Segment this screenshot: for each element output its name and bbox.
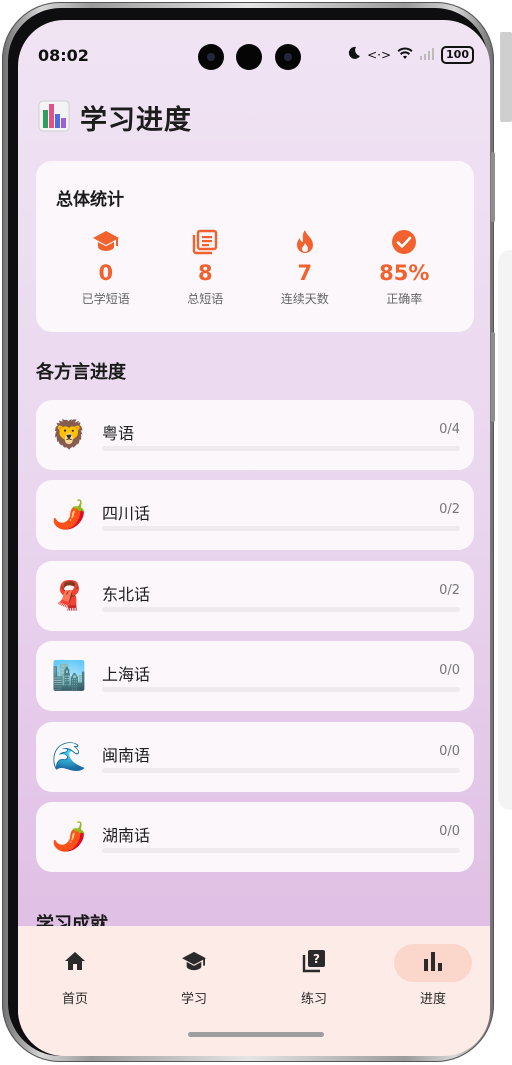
nav-label: 进度 bbox=[419, 992, 446, 1007]
wave-icon: 🌊 bbox=[51, 740, 87, 773]
dialect-name: 闽南语 bbox=[102, 746, 151, 765]
signal-icon bbox=[419, 47, 435, 64]
stat-label: 已学短语 bbox=[81, 292, 130, 306]
graduation-cap-icon bbox=[181, 950, 207, 976]
status-bar: 08:02 <·> 100 bbox=[18, 20, 490, 70]
dialect-row-cantonese[interactable]: 🦁 粤语 0/4 bbox=[36, 400, 474, 470]
nav-icon-container bbox=[394, 944, 472, 982]
nav-label: 学习 bbox=[180, 992, 207, 1007]
stat-streak: 7 连续天数 bbox=[255, 229, 355, 307]
dialect-row-hunan[interactable]: 🌶️ 湖南话 0/0 bbox=[36, 802, 474, 872]
nav-icon-container: ? bbox=[275, 944, 353, 982]
progress-bar bbox=[102, 526, 460, 531]
dialect-count: 0/2 bbox=[439, 502, 460, 517]
stat-value: 7 bbox=[297, 261, 313, 285]
dialect-count: 0/4 bbox=[439, 422, 460, 437]
stat-value: 0 bbox=[98, 261, 114, 285]
svg-text:?: ? bbox=[313, 952, 320, 966]
page-title: 学习进度 bbox=[80, 105, 192, 136]
book-list-icon bbox=[192, 229, 218, 255]
dialect-row-dongbei[interactable]: 🧣 东北话 0/2 bbox=[36, 561, 474, 631]
stat-learned: 0 已学短语 bbox=[56, 229, 156, 307]
nav-item-home[interactable]: 首页 bbox=[35, 944, 115, 1007]
flame-icon bbox=[294, 229, 316, 255]
background-window-edge bbox=[500, 32, 512, 122]
progress-bar bbox=[102, 607, 460, 612]
progress-bar bbox=[102, 687, 460, 692]
wifi-icon bbox=[397, 47, 413, 64]
progress-bar bbox=[102, 848, 460, 853]
stat-label: 正确率 bbox=[386, 292, 423, 306]
app-screen: 08:02 <·> 100 学习进度 总体统计 0 已学短语 8 总短语 7 连… bbox=[18, 20, 490, 1056]
background-panel-edge bbox=[498, 250, 512, 810]
dialect-count: 0/0 bbox=[439, 744, 460, 759]
check-circle-icon bbox=[391, 229, 417, 255]
dialect-name: 上海话 bbox=[102, 665, 151, 684]
phone-frame: 08:02 <·> 100 学习进度 总体统计 0 已学短语 8 总短语 7 连… bbox=[2, 2, 495, 1062]
dialect-progress-title: 各方言进度 bbox=[36, 362, 126, 383]
stat-accuracy: 85% 正确率 bbox=[355, 229, 455, 307]
bar-chart-emoji-icon bbox=[38, 100, 70, 136]
phone-bezel: 08:02 <·> 100 学习进度 总体统计 0 已学短语 8 总短语 7 连… bbox=[8, 8, 490, 1056]
dialect-name: 粤语 bbox=[102, 424, 135, 443]
front-camera-icon bbox=[275, 44, 301, 70]
stats-row: 0 已学短语 8 总短语 7 连续天数 85% 正确率 bbox=[56, 229, 454, 307]
nav-label: 练习 bbox=[300, 992, 327, 1007]
quiz-icon: ? bbox=[302, 949, 326, 977]
dialect-row-sichuan[interactable]: 🌶️ 四川话 0/2 bbox=[36, 480, 474, 550]
volume-button bbox=[491, 152, 495, 222]
nav-label: 首页 bbox=[61, 992, 88, 1007]
dialect-count: 0/0 bbox=[439, 824, 460, 839]
moon-icon bbox=[347, 46, 361, 64]
cityscape-icon: 🏙️ bbox=[51, 659, 87, 692]
nav-item-learn[interactable]: 学习 bbox=[154, 944, 234, 1007]
stat-label: 连续天数 bbox=[280, 292, 329, 306]
status-icons: <·> 100 bbox=[347, 46, 474, 64]
progress-bar bbox=[102, 768, 460, 773]
chili-pepper-icon: 🌶️ bbox=[51, 498, 87, 531]
nav-item-progress[interactable]: 进度 bbox=[393, 944, 473, 1007]
dialect-count: 0/0 bbox=[439, 663, 460, 678]
dialect-name: 东北话 bbox=[102, 585, 151, 604]
dialect-name: 四川话 bbox=[102, 504, 151, 523]
scarf-icon: 🧣 bbox=[51, 579, 87, 612]
overall-stats-card: 总体统计 0 已学短语 8 总短语 7 连续天数 85% 正确率 bbox=[36, 161, 474, 332]
nav-icon-container bbox=[36, 944, 114, 982]
dialect-name: 湖南话 bbox=[102, 826, 151, 845]
progress-bar bbox=[102, 446, 460, 451]
stat-value: 8 bbox=[197, 261, 213, 285]
nav-item-practice[interactable]: ? 练习 bbox=[274, 944, 354, 1007]
front-camera-icon bbox=[198, 44, 224, 70]
chili-pepper-icon: 🌶️ bbox=[51, 820, 87, 853]
battery-icon: 100 bbox=[441, 46, 474, 64]
stat-label: 总短语 bbox=[187, 292, 224, 306]
home-indicator[interactable] bbox=[188, 1032, 324, 1037]
bar-chart-icon bbox=[422, 951, 444, 975]
nav-icon-container bbox=[155, 944, 233, 982]
overall-stats-title: 总体统计 bbox=[56, 190, 124, 210]
dialect-count: 0/2 bbox=[439, 583, 460, 598]
dialect-row-shanghai[interactable]: 🏙️ 上海话 0/0 bbox=[36, 641, 474, 711]
lion-icon: 🦁 bbox=[51, 418, 87, 451]
dialect-row-minnan[interactable]: 🌊 闽南语 0/0 bbox=[36, 722, 474, 792]
data-transfer-icon: <·> bbox=[367, 48, 392, 62]
power-button bbox=[491, 332, 495, 422]
status-time: 08:02 bbox=[38, 46, 89, 65]
home-icon bbox=[64, 951, 86, 975]
stat-value: 85% bbox=[379, 261, 430, 285]
stat-total: 8 总短语 bbox=[156, 229, 256, 307]
front-sensor-icon bbox=[236, 44, 262, 70]
page-header: 学习进度 bbox=[38, 98, 192, 137]
graduation-cap-icon bbox=[92, 229, 120, 255]
